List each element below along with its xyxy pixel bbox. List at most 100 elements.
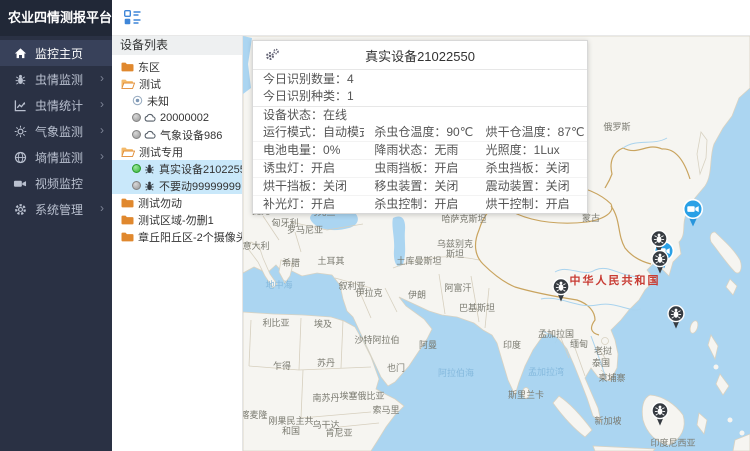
stat-label: 震动装置 <box>486 179 534 193</box>
device-item-device-99999999[interactable]: 不要动99999999 <box>112 177 242 194</box>
popup-summary: 今日识别数量：4今日识别种类：1 <box>253 70 587 107</box>
sidebar-item-insect-stats[interactable]: 虫情统计› <box>0 92 112 118</box>
settings-icon[interactable] <box>263 48 280 62</box>
sidebar-item-weather-monitor[interactable]: 气象监测 › <box>0 118 112 144</box>
map-canvas[interactable]: 俄罗斯蒙古中华人民共和国乌克兰哈萨克斯坦捷克匈牙利罗马尼亚意大利希腊土耳其地中海… <box>243 36 750 451</box>
device-item-label: 真实设备21022550 <box>159 161 242 177</box>
stat-value: 开启 <box>434 161 458 175</box>
stat-value: 开启 <box>311 161 335 175</box>
stat-value: 开启 <box>311 197 335 211</box>
chevron-right-icon: › <box>100 123 104 137</box>
weather-icon <box>13 124 27 138</box>
popup-grid-row: 烘干挡板：关闭移虫装置：关闭震动装置：关闭 <box>253 177 587 195</box>
device-item-label: 20000002 <box>160 112 209 124</box>
device-stat: 移虫装置：关闭 <box>364 178 475 195</box>
insect-marker[interactable] <box>552 278 571 308</box>
sidebar-item-label: 墒情监测 <box>35 149 83 166</box>
device-item-unknown[interactable]: 未知 <box>112 92 242 109</box>
stat-label: 杀虫挡板 <box>486 161 534 175</box>
device-item-label: 章丘阳丘区-2个摄像头 <box>138 229 242 245</box>
home-icon <box>13 46 27 60</box>
device-stat: 运行模式：自动模式 <box>253 124 364 141</box>
insect-marker[interactable] <box>651 402 670 432</box>
device-item-device-20000002[interactable]: 20000002 <box>112 109 242 126</box>
status-gray-dot <box>132 113 141 122</box>
sidebar-item-label: 虫情监测 <box>35 71 83 88</box>
sidebar-item-label: 系统管理 <box>35 201 83 218</box>
popup-detail-grid: 设备状态：在线运行模式：自动模式杀虫仓温度：90℃烘干仓温度：87℃电池电量：0… <box>253 107 587 213</box>
status-gray-dot <box>132 130 141 139</box>
device-item-label: 测试专用 <box>139 144 183 160</box>
device-stat: 杀虫控制：开启 <box>364 196 475 213</box>
folder-icon <box>121 232 134 242</box>
device-stat: 电池电量：0% <box>253 142 364 159</box>
device-item-test-region[interactable]: 测试区域-勿删1 <box>112 211 242 228</box>
folder-icon <box>121 198 134 208</box>
video-icon <box>13 176 27 190</box>
bug-icon <box>13 72 27 86</box>
device-list-title: 设备列表 <box>112 36 242 55</box>
stat-value: 0% <box>323 143 340 157</box>
popup-summary-row: 今日识别种类：1 <box>253 88 587 105</box>
folder-icon <box>121 62 134 72</box>
stat-label: 今日识别种类 <box>263 89 335 103</box>
device-stat: 烘干挡板：关闭 <box>253 178 364 195</box>
device-item-zhangqiu-cameras[interactable]: 章丘阳丘区-2个摄像头 <box>112 228 242 245</box>
sidebar-item-soil-monitor[interactable]: 墒情监测 › <box>0 144 112 170</box>
device-item-test-special[interactable]: 测试专用 <box>112 143 242 160</box>
sidebar: 农业四情测报平台 监控主页虫情监测›虫情统计›气象监测›墒情监测›视频监控系统管… <box>0 0 112 451</box>
device-stat: 虫雨挡板：开启 <box>364 160 475 177</box>
chevron-right-icon: › <box>100 97 104 111</box>
sidebar-item-video-monitor[interactable]: 视频监控 <box>0 170 112 196</box>
stat-value: 开启 <box>434 197 458 211</box>
sidebar-item-label: 气象监测 <box>35 123 83 140</box>
stat-value: 自动模式 <box>323 125 364 139</box>
device-tree: 东区测试未知 20000002 气象设备986测试专用真实设备21022550不要动… <box>112 55 242 245</box>
device-item-test-no-touch[interactable]: 测试勿动 <box>112 194 242 211</box>
stat-label: 今日识别数量 <box>263 72 335 86</box>
stat-label: 移虫装置 <box>374 179 422 193</box>
popup-grid-row: 补光灯：开启杀虫控制：开启烘干控制：开启 <box>253 195 587 213</box>
chevron-right-icon: › <box>100 149 104 163</box>
tree-toggle-icon[interactable] <box>124 10 141 25</box>
device-status-row: 设备状态：在线 <box>253 107 587 124</box>
insect-marker[interactable] <box>667 305 686 335</box>
stat-value: 无雨 <box>434 143 458 157</box>
device-item-zone-east[interactable]: 东区 <box>112 58 242 75</box>
device-stat: 杀虫挡板：关闭 <box>476 160 587 177</box>
stat-label: 诱虫灯 <box>263 161 299 175</box>
stat-value: 1Lux <box>534 143 560 157</box>
sidebar-item-monitor-home[interactable]: 监控主页 <box>0 40 112 66</box>
device-item-label: 未知 <box>147 93 169 109</box>
sidebar-menu: 监控主页虫情监测›虫情统计›气象监测›墒情监测›视频监控系统管理› <box>0 36 112 222</box>
stat-label: 补光灯 <box>263 197 299 211</box>
video-marker[interactable] <box>682 198 705 232</box>
device-item-label: 不要动99999999 <box>159 178 241 194</box>
insect-marker[interactable] <box>651 250 670 280</box>
device-item-device-21022550[interactable]: 真实设备21022550 <box>112 160 242 177</box>
stat-label: 电池电量 <box>263 143 311 157</box>
status-green-dot <box>132 164 141 173</box>
folder-open-icon <box>121 147 135 157</box>
device-item-weather-986[interactable]: 气象设备986 <box>112 126 242 143</box>
device-item-test[interactable]: 测试 <box>112 75 242 92</box>
stat-value: 4 <box>347 72 354 86</box>
bug-device-icon <box>144 163 155 175</box>
device-list-panel: 设备列表 东区测试未知 20000002 气象设备986测试专用真实设备210225… <box>112 36 243 451</box>
stat-label: 设备状态 <box>263 108 311 122</box>
stat-value: 90℃ <box>446 125 473 139</box>
stat-label: 虫雨挡板 <box>374 161 422 175</box>
chevron-right-icon: › <box>100 71 104 85</box>
sidebar-item-insect-monitor[interactable]: 虫情监测 › <box>0 66 112 92</box>
sidebar-item-label: 监控主页 <box>35 45 83 62</box>
popup-grid-row: 电池电量：0%降雨状态：无雨光照度：1Lux <box>253 141 587 159</box>
device-item-label: 东区 <box>138 59 160 75</box>
chevron-right-icon: › <box>100 201 104 215</box>
device-stat: 补光灯：开启 <box>253 196 364 213</box>
device-info-popup: 真实设备21022550 今日识别数量：4今日识别种类：1 设备状态：在线运行模… <box>252 40 588 214</box>
device-stat: 烘干控制：开启 <box>476 196 587 213</box>
stat-label: 运行模式 <box>263 125 311 139</box>
sidebar-item-system-manage[interactable]: 系统管理 › <box>0 196 112 222</box>
sidebar-item-label: 视频监控 <box>35 175 83 192</box>
folder-open-icon <box>121 79 135 89</box>
